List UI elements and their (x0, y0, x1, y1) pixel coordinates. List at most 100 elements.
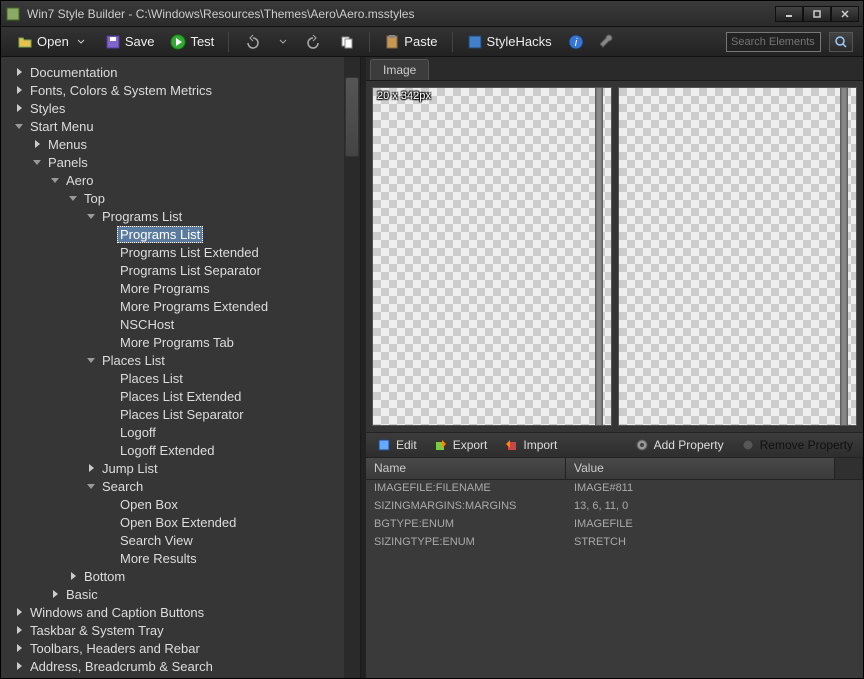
property-row[interactable]: IMAGEFILE:FILENAMEIMAGE#811 (366, 480, 863, 498)
tree-node[interactable]: Places List Extended (1, 387, 360, 405)
stylehacks-button[interactable]: StyleHacks (461, 32, 558, 52)
options-button[interactable] (594, 32, 622, 52)
column-value-header[interactable]: Value (566, 458, 835, 479)
tree-node[interactable]: More Programs (1, 279, 360, 297)
expand-icon[interactable] (13, 606, 25, 618)
add-property-button[interactable]: Add Property (630, 435, 728, 455)
tree-node[interactable]: Start Menu (1, 117, 360, 135)
collapse-icon[interactable] (85, 354, 97, 366)
image-dimensions: 20 x 342px (377, 90, 431, 102)
expand-icon[interactable] (49, 588, 61, 600)
tree-node[interactable]: Top (1, 189, 360, 207)
tree-node[interactable]: Search View (1, 531, 360, 549)
close-button[interactable] (831, 6, 859, 22)
tree-node[interactable]: Windows and Caption Buttons (1, 603, 360, 621)
tree-node[interactable]: Basic (1, 585, 360, 603)
tree-node[interactable]: Styles (1, 99, 360, 117)
tree-node[interactable]: Logoff (1, 423, 360, 441)
tree-node[interactable]: Menus (1, 135, 360, 153)
tree-label: More Results (117, 551, 200, 566)
tree-label: Top (81, 191, 108, 206)
tree-label: Fonts, Colors & System Metrics (27, 83, 215, 98)
save-button[interactable]: Save (99, 32, 161, 52)
collapse-icon[interactable] (31, 156, 43, 168)
expand-icon[interactable] (31, 138, 43, 150)
tree-node[interactable]: Search (1, 477, 360, 495)
tree-node[interactable]: Bottom (1, 567, 360, 585)
expand-icon[interactable] (13, 102, 25, 114)
tree-node[interactable]: Buttons, Boxes & Controls (1, 675, 360, 678)
maximize-button[interactable] (803, 6, 831, 22)
tree-scrollbar-thumb[interactable] (345, 77, 359, 157)
property-value: 13, 6, 11, 0 (566, 498, 863, 516)
tree-node[interactable]: Places List (1, 369, 360, 387)
expand-icon[interactable] (67, 570, 79, 582)
tree-node[interactable]: Places List Separator (1, 405, 360, 423)
tree-node[interactable]: NSCHost (1, 315, 360, 333)
collapse-icon[interactable] (67, 192, 79, 204)
tree-node[interactable]: Programs List (1, 225, 360, 243)
tree-node[interactable]: Address, Breadcrumb & Search (1, 657, 360, 675)
window-title: Win7 Style Builder - C:\Windows\Resource… (27, 7, 775, 21)
tree-node[interactable]: Jump List (1, 459, 360, 477)
tree-scrollbar[interactable] (344, 57, 360, 678)
tree-node[interactable]: Panels (1, 153, 360, 171)
info-button[interactable]: i (562, 32, 590, 52)
tab-image[interactable]: Image (370, 59, 429, 80)
tree-node[interactable]: Places List (1, 351, 360, 369)
open-button[interactable]: Open (11, 32, 95, 52)
search-input[interactable] (726, 32, 821, 52)
tree-node[interactable]: More Programs Tab (1, 333, 360, 351)
tree-node[interactable]: More Programs Extended (1, 297, 360, 315)
preview-slot-right[interactable] (618, 87, 858, 426)
tree-node[interactable]: Open Box Extended (1, 513, 360, 531)
property-name: SIZINGTYPE:ENUM (366, 534, 566, 552)
edit-button[interactable]: Edit (372, 435, 421, 455)
collapse-icon[interactable] (85, 210, 97, 222)
column-name-header[interactable]: Name (366, 458, 566, 479)
expand-icon[interactable] (13, 660, 25, 672)
minimize-button[interactable] (775, 6, 803, 22)
collapse-icon[interactable] (13, 120, 25, 132)
copy-button[interactable] (333, 32, 361, 52)
collapse-icon[interactable] (85, 480, 97, 492)
tree-node[interactable]: Programs List (1, 207, 360, 225)
tree-node[interactable]: Taskbar & System Tray (1, 621, 360, 639)
undo-dropdown[interactable] (269, 32, 297, 52)
expand-icon[interactable] (13, 624, 25, 636)
paste-button[interactable]: Paste (378, 32, 443, 52)
tree-label: Programs List (99, 209, 185, 224)
tree-node[interactable]: Toolbars, Headers and Rebar (1, 639, 360, 657)
toolbar-separator (452, 32, 453, 52)
properties-header: Name Value (366, 458, 863, 480)
undo-button[interactable] (237, 32, 265, 52)
tree-node[interactable]: Logoff Extended (1, 441, 360, 459)
expand-icon[interactable] (13, 66, 25, 78)
tree-pane[interactable]: Documentation Fonts, Colors & System Metr… (1, 57, 361, 678)
property-row[interactable]: SIZINGTYPE:ENUMSTRETCH (366, 534, 863, 552)
tree-node[interactable]: Documentation (1, 63, 360, 81)
preview-slot-left[interactable]: 20 x 342px (372, 87, 612, 426)
redo-button[interactable] (301, 32, 329, 52)
property-row[interactable]: SIZINGMARGINS:MARGINS13, 6, 11, 0 (366, 498, 863, 516)
collapse-icon[interactable] (49, 174, 61, 186)
remove-property-button: Remove Property (736, 435, 857, 455)
test-button[interactable]: Test (164, 32, 220, 52)
export-button[interactable]: Export (429, 435, 492, 455)
tree-node[interactable]: Open Box (1, 495, 360, 513)
tree-node[interactable]: Programs List Extended (1, 243, 360, 261)
app-window: Win7 Style Builder - C:\Windows\Resource… (0, 0, 864, 679)
tree-node[interactable]: Aero (1, 171, 360, 189)
import-button[interactable]: Import (499, 435, 561, 455)
tree-node[interactable]: Programs List Separator (1, 261, 360, 279)
tree-leaf-icon (103, 390, 115, 402)
expand-icon[interactable] (13, 84, 25, 96)
search-button[interactable] (829, 32, 853, 52)
property-row[interactable]: BGTYPE:ENUMIMAGEFILE (366, 516, 863, 534)
expand-icon[interactable] (85, 462, 97, 474)
tree-node[interactable]: Fonts, Colors & System Metrics (1, 81, 360, 99)
tree-label: Places List (117, 371, 186, 386)
expand-icon[interactable] (13, 642, 25, 654)
tree-node[interactable]: More Results (1, 549, 360, 567)
properties-body[interactable]: IMAGEFILE:FILENAMEIMAGE#811SIZINGMARGINS… (366, 480, 863, 678)
